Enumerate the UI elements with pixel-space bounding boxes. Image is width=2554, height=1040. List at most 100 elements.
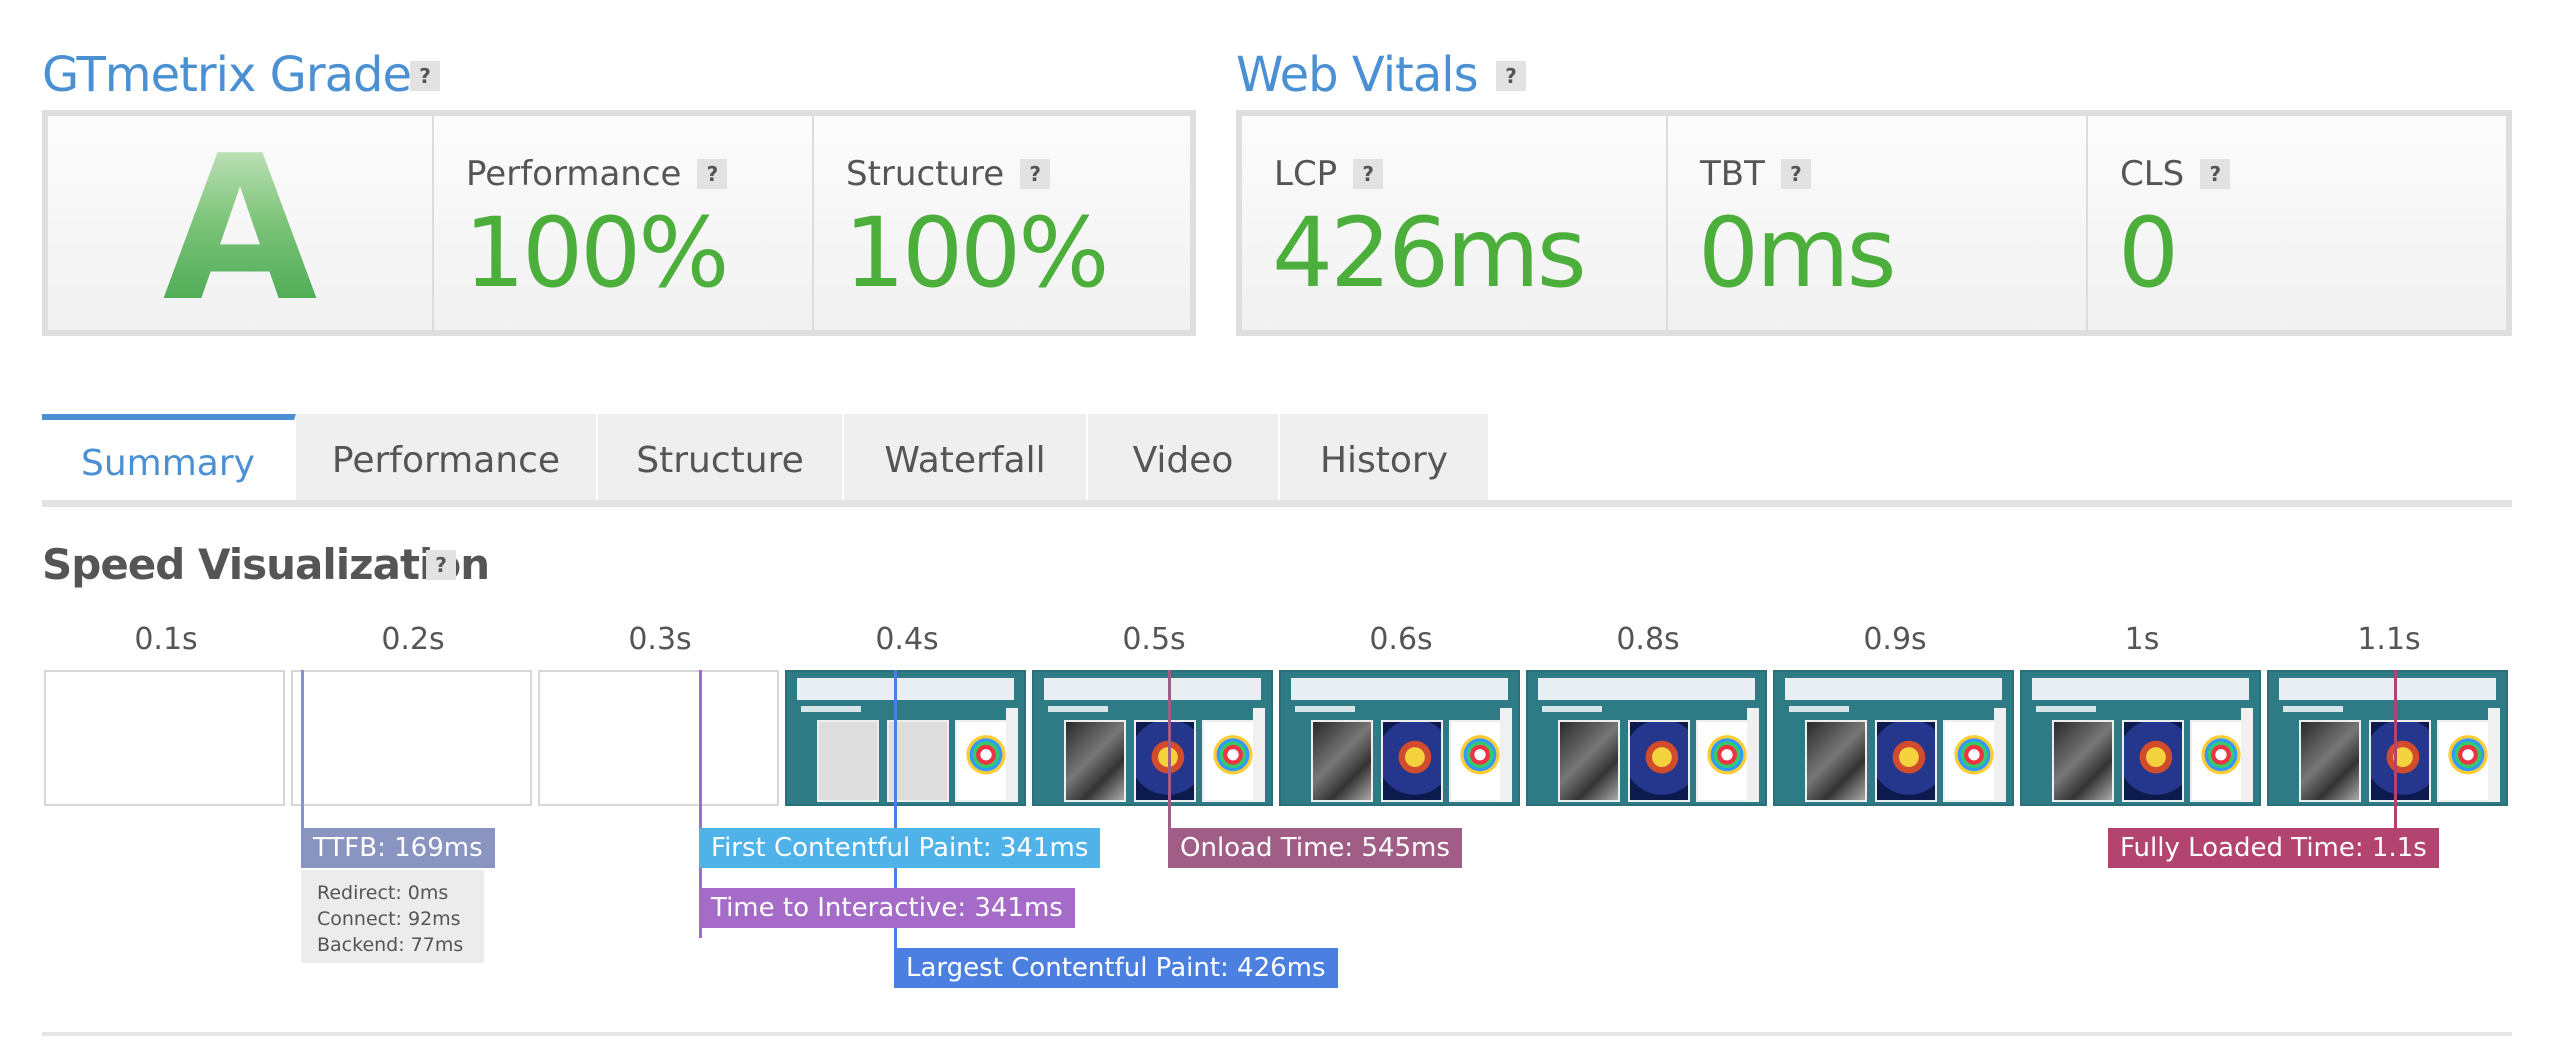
speed-visualization-title: Speed Visualization (42, 540, 490, 589)
grade-panel: A Performance ? 100% Structure ? 100% (42, 110, 1196, 336)
speed-help-icon[interactable]: ? (426, 550, 456, 580)
lcp-marker: Largest Contentful Paint: 426ms (894, 948, 1338, 988)
performance-help-icon[interactable]: ? (697, 159, 728, 189)
frame-nav-bar (1044, 678, 1261, 700)
vitals-help-icon[interactable]: ? (1496, 61, 1526, 91)
tab-structure[interactable]: Structure (598, 414, 844, 506)
frame-label: 0.5s (1122, 622, 1186, 657)
vitals-panel: LCP ? 426ms TBT ? 0ms CLS ? 0 (1236, 110, 2512, 336)
frame-card (1064, 720, 1126, 802)
filmstrip-frame-partial[interactable] (785, 670, 1026, 806)
tbt-help-icon[interactable]: ? (1780, 159, 1811, 189)
performance-value: 100% (464, 197, 729, 309)
frame-heading (1542, 706, 1602, 712)
frame-card (2122, 720, 2184, 802)
frame-nav-bar (2032, 678, 2249, 700)
frame-card (1311, 720, 1373, 802)
frame-sidebar (1994, 708, 2006, 802)
frame-label: 0.9s (1863, 622, 1927, 657)
ttfb-details: Redirect: 0ms Connect: 92ms Backend: 77m… (301, 870, 484, 963)
frame-label: 0.3s (628, 622, 692, 657)
backend-time: Backend: 77ms (317, 934, 464, 956)
frame-heading (2036, 706, 2096, 712)
fully-loaded-line (2394, 670, 2397, 828)
frame-label: 1.1s (2357, 622, 2421, 657)
frame-nav-bar (797, 678, 1014, 700)
tti-marker: Time to Interactive: 341ms (699, 888, 1075, 928)
grade-letter: A (48, 130, 432, 330)
frame-card (1628, 720, 1690, 802)
lcp-cell: LCP ? 426ms (1242, 116, 1668, 330)
connect-time: Connect: 92ms (317, 908, 461, 930)
frame-label: 0.6s (1369, 622, 1433, 657)
grade-help-icon[interactable]: ? (410, 61, 440, 91)
filmstrip-frame-loaded[interactable] (1279, 670, 1520, 806)
frame-card (1381, 720, 1443, 802)
grade-cell: A (48, 116, 434, 330)
ttfb-marker: TTFB: 169ms (301, 828, 495, 868)
tabs-underline (42, 500, 2512, 507)
tab-summary[interactable]: Summary (42, 414, 296, 506)
tbt-value: 0ms (1698, 197, 1897, 309)
frame-sidebar (2488, 708, 2500, 802)
fcp-marker: First Contentful Paint: 341ms (699, 828, 1101, 868)
frame-nav-bar (1538, 678, 1755, 700)
cls-label: CLS ? (2120, 154, 2231, 194)
filmstrip-frame-loaded[interactable] (1773, 670, 2014, 806)
frame-sidebar (1253, 708, 1265, 802)
frame-sidebar (1500, 708, 1512, 802)
frame-heading (1048, 706, 1108, 712)
performance-cell: Performance ? 100% (434, 116, 814, 330)
frame-card (2369, 720, 2431, 802)
structure-value: 100% (844, 197, 1109, 309)
frame-nav-bar (2279, 678, 2496, 700)
frame-label: 0.4s (875, 622, 939, 657)
tab-waterfall[interactable]: Waterfall (844, 414, 1088, 506)
gtmetrix-grade-title: GTmetrix Grade (42, 47, 412, 103)
web-vitals-title: Web Vitals (1236, 47, 1479, 103)
frame-card (2052, 720, 2114, 802)
filmstrip-frame-loaded[interactable] (1032, 670, 1273, 806)
frame-card (2299, 720, 2361, 802)
filmstrip-frame-loaded[interactable] (1526, 670, 1767, 806)
cls-help-icon[interactable]: ? (2200, 159, 2231, 189)
frame-label: 0.8s (1616, 622, 1680, 657)
frame-label: 1s (2124, 622, 2160, 657)
frame-label: 0.2s (381, 622, 445, 657)
tbt-label: TBT ? (1700, 154, 1811, 194)
frame-card (1134, 720, 1196, 802)
frame-card (1558, 720, 1620, 802)
frame-nav-bar (1291, 678, 1508, 700)
frame-label: 0.1s (134, 622, 198, 657)
onload-line (1168, 670, 1171, 828)
structure-help-icon[interactable]: ? (1020, 159, 1051, 189)
filmstrip-frame-blank[interactable] (44, 670, 285, 806)
lcp-help-icon[interactable]: ? (1353, 159, 1384, 189)
filmstrip-frame-blank[interactable] (291, 670, 532, 806)
frame-card (1875, 720, 1937, 802)
lcp-label-text: LCP (1274, 154, 1338, 194)
structure-label-text: Structure (846, 154, 1005, 194)
cls-value: 0 (2118, 197, 2179, 309)
filmstrip-frame-loaded[interactable] (2267, 670, 2508, 806)
frame-nav-bar (1785, 678, 2002, 700)
frame-heading (2283, 706, 2343, 712)
filmstrip-frame-blank[interactable] (538, 670, 779, 806)
ttfb-line (301, 670, 304, 828)
tab-performance[interactable]: Performance (296, 414, 598, 506)
fully-loaded-marker: Fully Loaded Time: 1.1s (2108, 828, 2439, 868)
structure-cell: Structure ? 100% (814, 116, 1190, 330)
onload-marker: Onload Time: 545ms (1168, 828, 1462, 868)
cls-cell: CLS ? 0 (2088, 116, 2506, 330)
tab-history[interactable]: History (1280, 414, 1490, 506)
lcp-label: LCP ? (1274, 154, 1384, 194)
performance-label: Performance ? (466, 154, 728, 194)
filmstrip-frame-loaded[interactable] (2020, 670, 2261, 806)
frame-heading (1789, 706, 1849, 712)
frame-heading (801, 706, 861, 712)
frame-sidebar (1747, 708, 1759, 802)
section-divider (42, 1032, 2512, 1036)
tab-video[interactable]: Video (1088, 414, 1280, 506)
report-tabs: Summary Performance Structure Waterfall … (42, 414, 1490, 506)
frame-card (817, 720, 879, 802)
